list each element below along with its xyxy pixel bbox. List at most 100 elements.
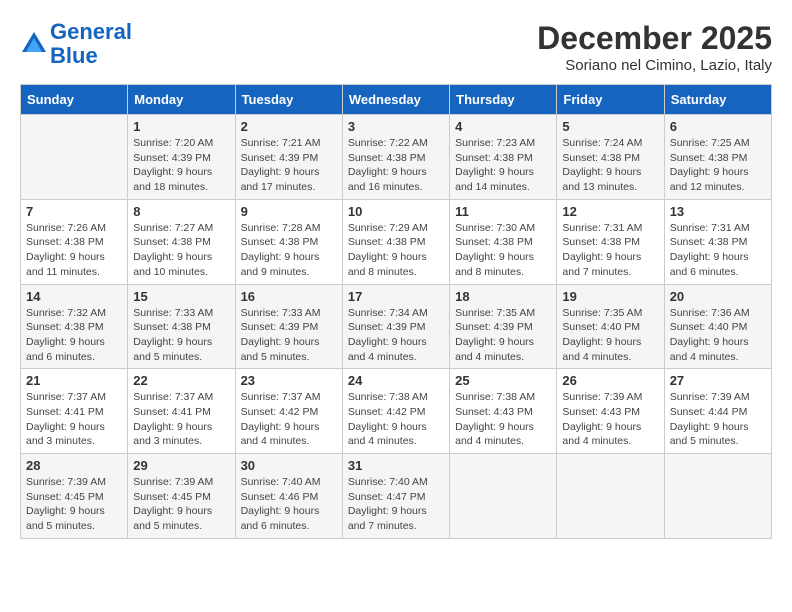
day-number: 30	[241, 458, 337, 473]
logo-icon	[20, 30, 48, 58]
calendar-cell: 8Sunrise: 7:27 AMSunset: 4:38 PMDaylight…	[128, 199, 235, 284]
day-number: 14	[26, 289, 122, 304]
weekday-header-monday: Monday	[128, 85, 235, 115]
day-number: 13	[670, 204, 766, 219]
calendar-cell	[450, 454, 557, 539]
calendar-cell: 6 Sunrise: 7:25 AMSunset: 4:38 PMDaylight…	[664, 115, 771, 200]
weekday-header-sunday: Sunday	[21, 85, 128, 115]
calendar-table: SundayMondayTuesdayWednesdayThursdayFrid…	[20, 84, 772, 539]
weekday-header-thursday: Thursday	[450, 85, 557, 115]
day-info: Sunrise: 7:37 AMSunset: 4:41 PMDaylight:…	[26, 390, 122, 449]
day-info: Sunrise: 7:26 AMSunset: 4:38 PMDaylight:…	[26, 221, 122, 280]
day-info: Sunrise: 7:21 AMSunset: 4:39 PMDaylight:…	[241, 136, 337, 195]
day-info: Sunrise: 7:31 AMSunset: 4:38 PMDaylight:…	[562, 221, 658, 280]
title-block: December 2025 Soriano nel Cimino, Lazio,…	[537, 20, 772, 74]
calendar-cell: 25 Sunrise: 7:38 AMSunset: 4:43 PMDayligh…	[450, 369, 557, 454]
calendar-week-3: 14Sunrise: 7:32 AMSunset: 4:38 PMDayligh…	[21, 284, 772, 369]
day-info: Sunrise: 7:38 AMSunset: 4:43 PMDaylight:…	[455, 390, 551, 449]
day-number: 25	[455, 373, 551, 388]
weekday-header-saturday: Saturday	[664, 85, 771, 115]
calendar-cell: 3 Sunrise: 7:22 AMSunset: 4:38 PMDaylight…	[342, 115, 449, 200]
day-info: Sunrise: 7:37 AMSunset: 4:41 PMDaylight:…	[133, 390, 229, 449]
calendar-week-2: 7 Sunrise: 7:26 AMSunset: 4:38 PMDaylight…	[21, 199, 772, 284]
calendar-cell: 16Sunrise: 7:33 AMSunset: 4:39 PMDayligh…	[235, 284, 342, 369]
calendar-cell: 14Sunrise: 7:32 AMSunset: 4:38 PMDayligh…	[21, 284, 128, 369]
day-info: Sunrise: 7:22 AMSunset: 4:38 PMDaylight:…	[348, 136, 444, 195]
calendar-cell: 9 Sunrise: 7:28 AMSunset: 4:38 PMDaylight…	[235, 199, 342, 284]
day-number: 31	[348, 458, 444, 473]
day-number: 11	[455, 204, 551, 219]
calendar-cell: 24 Sunrise: 7:38 AMSunset: 4:42 PMDayligh…	[342, 369, 449, 454]
day-number: 29	[133, 458, 229, 473]
day-info: Sunrise: 7:36 AMSunset: 4:40 PMDaylight:…	[670, 306, 766, 365]
day-number: 12	[562, 204, 658, 219]
day-number: 3	[348, 119, 444, 134]
day-info: Sunrise: 7:39 AMSunset: 4:43 PMDaylight:…	[562, 390, 658, 449]
day-number: 24	[348, 373, 444, 388]
location-subtitle: Soriano nel Cimino, Lazio, Italy	[537, 57, 772, 74]
calendar-cell: 5 Sunrise: 7:24 AMSunset: 4:38 PMDaylight…	[557, 115, 664, 200]
calendar-cell: 30 Sunrise: 7:40 AMSunset: 4:46 PMDayligh…	[235, 454, 342, 539]
day-number: 8	[133, 204, 229, 219]
day-number: 26	[562, 373, 658, 388]
day-number: 23	[241, 373, 337, 388]
day-info: Sunrise: 7:38 AMSunset: 4:42 PMDaylight:…	[348, 390, 444, 449]
calendar-cell: 15Sunrise: 7:33 AMSunset: 4:38 PMDayligh…	[128, 284, 235, 369]
day-number: 20	[670, 289, 766, 304]
calendar-cell: 11 Sunrise: 7:30 AMSunset: 4:38 PMDayligh…	[450, 199, 557, 284]
weekday-header-wednesday: Wednesday	[342, 85, 449, 115]
day-info: Sunrise: 7:35 AMSunset: 4:39 PMDaylight:…	[455, 306, 551, 365]
calendar-cell: 20 Sunrise: 7:36 AMSunset: 4:40 PMDayligh…	[664, 284, 771, 369]
day-number: 28	[26, 458, 122, 473]
day-number: 2	[241, 119, 337, 134]
day-info: Sunrise: 7:39 AMSunset: 4:45 PMDaylight:…	[133, 475, 229, 534]
day-info: Sunrise: 7:23 AMSunset: 4:38 PMDaylight:…	[455, 136, 551, 195]
day-info: Sunrise: 7:33 AMSunset: 4:38 PMDaylight:…	[133, 306, 229, 365]
day-info: Sunrise: 7:30 AMSunset: 4:38 PMDaylight:…	[455, 221, 551, 280]
calendar-cell: 10 Sunrise: 7:29 AMSunset: 4:38 PMDayligh…	[342, 199, 449, 284]
logo-text: General Blue	[50, 20, 132, 68]
day-info: Sunrise: 7:20 AMSunset: 4:39 PMDaylight:…	[133, 136, 229, 195]
calendar-cell: 4 Sunrise: 7:23 AMSunset: 4:38 PMDaylight…	[450, 115, 557, 200]
day-info: Sunrise: 7:39 AMSunset: 4:45 PMDaylight:…	[26, 475, 122, 534]
day-number: 17	[348, 289, 444, 304]
calendar-cell: 28 Sunrise: 7:39 AMSunset: 4:45 PMDayligh…	[21, 454, 128, 539]
logo: General Blue	[20, 20, 132, 68]
day-number: 6	[670, 119, 766, 134]
day-info: Sunrise: 7:28 AMSunset: 4:38 PMDaylight:…	[241, 221, 337, 280]
day-number: 9	[241, 204, 337, 219]
day-info: Sunrise: 7:37 AMSunset: 4:42 PMDaylight:…	[241, 390, 337, 449]
day-info: Sunrise: 7:25 AMSunset: 4:38 PMDaylight:…	[670, 136, 766, 195]
day-number: 18	[455, 289, 551, 304]
day-info: Sunrise: 7:40 AMSunset: 4:46 PMDaylight:…	[241, 475, 337, 534]
calendar-cell	[664, 454, 771, 539]
calendar-cell: 1Sunrise: 7:20 AMSunset: 4:39 PMDaylight…	[128, 115, 235, 200]
day-number: 22	[133, 373, 229, 388]
day-info: Sunrise: 7:29 AMSunset: 4:38 PMDaylight:…	[348, 221, 444, 280]
calendar-cell	[557, 454, 664, 539]
month-title: December 2025	[537, 20, 772, 57]
day-info: Sunrise: 7:33 AMSunset: 4:39 PMDaylight:…	[241, 306, 337, 365]
day-number: 27	[670, 373, 766, 388]
calendar-cell: 7 Sunrise: 7:26 AMSunset: 4:38 PMDaylight…	[21, 199, 128, 284]
day-number: 5	[562, 119, 658, 134]
calendar-week-1: 1Sunrise: 7:20 AMSunset: 4:39 PMDaylight…	[21, 115, 772, 200]
calendar-week-4: 21Sunrise: 7:37 AMSunset: 4:41 PMDayligh…	[21, 369, 772, 454]
day-info: Sunrise: 7:39 AMSunset: 4:44 PMDaylight:…	[670, 390, 766, 449]
calendar-cell: 26 Sunrise: 7:39 AMSunset: 4:43 PMDayligh…	[557, 369, 664, 454]
calendar-week-5: 28 Sunrise: 7:39 AMSunset: 4:45 PMDayligh…	[21, 454, 772, 539]
day-number: 10	[348, 204, 444, 219]
day-info: Sunrise: 7:31 AMSunset: 4:38 PMDaylight:…	[670, 221, 766, 280]
calendar-cell: 2 Sunrise: 7:21 AMSunset: 4:39 PMDaylight…	[235, 115, 342, 200]
day-info: Sunrise: 7:34 AMSunset: 4:39 PMDaylight:…	[348, 306, 444, 365]
day-info: Sunrise: 7:40 AMSunset: 4:47 PMDaylight:…	[348, 475, 444, 534]
calendar-cell: 23 Sunrise: 7:37 AMSunset: 4:42 PMDayligh…	[235, 369, 342, 454]
day-number: 4	[455, 119, 551, 134]
day-number: 7	[26, 204, 122, 219]
day-info: Sunrise: 7:24 AMSunset: 4:38 PMDaylight:…	[562, 136, 658, 195]
weekday-header-row: SundayMondayTuesdayWednesdayThursdayFrid…	[21, 85, 772, 115]
day-info: Sunrise: 7:35 AMSunset: 4:40 PMDaylight:…	[562, 306, 658, 365]
calendar-cell: 19Sunrise: 7:35 AMSunset: 4:40 PMDayligh…	[557, 284, 664, 369]
calendar-cell: 17 Sunrise: 7:34 AMSunset: 4:39 PMDayligh…	[342, 284, 449, 369]
calendar-cell: 27 Sunrise: 7:39 AMSunset: 4:44 PMDayligh…	[664, 369, 771, 454]
